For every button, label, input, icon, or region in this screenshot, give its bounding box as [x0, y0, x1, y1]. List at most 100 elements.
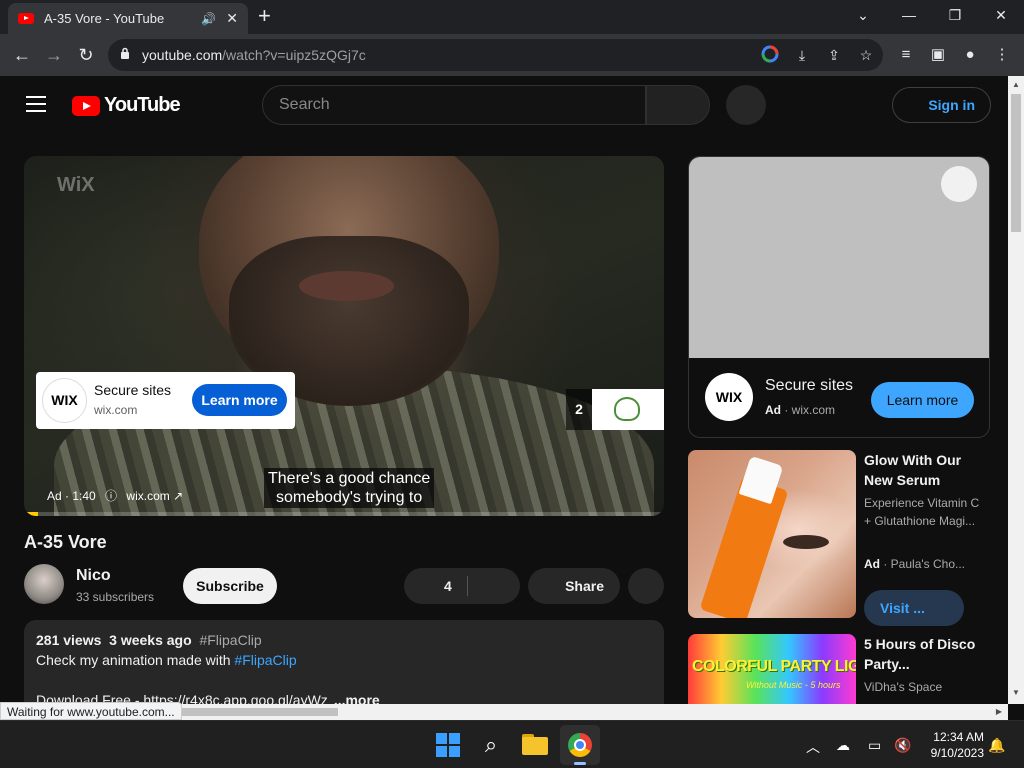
new-tab-button[interactable]: +	[258, 4, 271, 28]
scroll-right-arrow-icon[interactable]: ▶	[996, 707, 1002, 716]
description-stats: 281 views 3 weeks ago #FlipaClip	[36, 632, 652, 652]
thumbnail-title-text: COLORFUL PARTY LIGHTS	[692, 658, 856, 675]
youtube-logo[interactable]: YouTube	[72, 94, 181, 117]
recommendation-title[interactable]: 5 Hours of Disco Party...	[864, 634, 984, 674]
ad-progress-bar[interactable]	[24, 512, 664, 516]
recommendation-item[interactable]: COLORFUL PARTY LIGHTS Without Music - 5 …	[688, 634, 990, 704]
caption-line-2: somebody's trying to	[276, 489, 423, 506]
description-box[interactable]: 281 views 3 weeks ago #FlipaClip Check m…	[24, 620, 664, 704]
windows-taskbar: ⌕ ︿ ☁ ▭ 🔇 12:34 AM 9/10/2023 🔔	[0, 720, 1024, 768]
tab-close-icon[interactable]: ✕	[226, 10, 238, 27]
more-actions-button[interactable]	[628, 568, 664, 604]
like-count: 4	[444, 578, 452, 594]
youtube-favicon-icon	[18, 13, 34, 24]
recommendation-title[interactable]: Glow With Our New Serum	[864, 450, 984, 490]
tab-search-chevron-icon[interactable]: ⌄	[843, 4, 883, 26]
browser-tab[interactable]: A-35 Vore - YouTube 🔊 ✕	[8, 3, 248, 34]
install-app-icon[interactable]: ⤓	[792, 45, 812, 65]
channel-name[interactable]: Nico	[76, 567, 111, 585]
captions: There's a good chance somebody's trying …	[264, 468, 435, 508]
like-divider	[467, 576, 468, 596]
tab-audio-icon[interactable]: 🔊	[201, 12, 216, 26]
profile-icon[interactable]: ●	[960, 45, 980, 65]
hashtag-link[interactable]: #FlipaClip	[234, 652, 296, 668]
like-dislike-button[interactable]: 4	[404, 568, 520, 604]
share-button[interactable]: Share	[528, 568, 620, 604]
view-count: 281 views	[36, 632, 102, 648]
network-icon[interactable]: ▭	[868, 737, 881, 754]
browser-menu-icon[interactable]: ⋮	[992, 45, 1012, 65]
window-close-button[interactable]: ✕	[981, 4, 1021, 26]
recommendation-channel[interactable]: ViDha's Space	[864, 678, 984, 696]
media-controls-icon[interactable]: ≡	[896, 45, 916, 65]
back-arrow-icon[interactable]: ←	[10, 43, 34, 67]
sidebar-ad[interactable]: WIX Secure sites Ad · wix.com Learn more	[688, 156, 990, 438]
ad-badge: Ad	[765, 403, 781, 417]
bookmark-star-icon[interactable]: ☆	[856, 45, 876, 65]
share-page-icon[interactable]: ⇪	[824, 45, 844, 65]
sidebar-ad-menu-button[interactable]	[941, 166, 977, 202]
taskbar-search-icon[interactable]: ⌕	[475, 729, 507, 761]
sign-in-label: Sign in	[928, 97, 975, 113]
ad-card-logo: WIX	[42, 378, 87, 423]
forward-arrow-icon[interactable]: →	[42, 43, 66, 67]
leaf-logo-icon	[614, 397, 640, 421]
recommendation-thumbnail[interactable]	[688, 450, 856, 618]
browser-toolbar: ← → ↻ youtube.com/watch?v=uipz5zQGj7c ⤓ …	[0, 34, 1024, 76]
info-icon[interactable]: ⓘ	[105, 489, 117, 503]
search-input[interactable]: Search	[262, 85, 646, 125]
recommendation-thumbnail[interactable]: COLORFUL PARTY LIGHTS Without Music - 5 …	[688, 634, 856, 704]
guide-menu-icon[interactable]	[26, 96, 46, 112]
google-lens-icon[interactable]	[760, 45, 780, 65]
sign-in-button[interactable]: Sign in	[892, 87, 991, 123]
side-panel-icon[interactable]: ▣	[928, 45, 948, 65]
show-more-button[interactable]: ...more	[334, 692, 380, 704]
url-host: youtube.com	[142, 47, 223, 63]
system-clock[interactable]: 12:34 AM 9/10/2023	[920, 729, 984, 761]
restore-button[interactable]: ❐	[935, 4, 975, 26]
subscribe-button[interactable]: Subscribe	[183, 568, 277, 604]
video-frame-mouth	[299, 271, 394, 301]
ad-badge: Ad	[864, 557, 880, 571]
channel-avatar[interactable]	[24, 564, 64, 604]
sidebar-ad-meta: Ad · wix.com	[765, 403, 836, 417]
address-bar[interactable]: youtube.com/watch?v=uipz5zQGj7c ⤓ ⇪ ☆	[108, 39, 883, 71]
sidebar-learn-more-button[interactable]: Learn more	[871, 382, 974, 418]
start-button-icon[interactable]	[432, 729, 464, 761]
youtube-watch-page: YouTube Search Sign in WiX WIX Secure si…	[0, 76, 1008, 704]
scroll-down-arrow-icon[interactable]: ▼	[1012, 688, 1020, 697]
player-ad-card[interactable]: WIX Secure sites wix.com Learn more	[36, 372, 295, 429]
skip-countdown: 2	[566, 389, 592, 430]
description-hashtag[interactable]: #FlipaClip	[199, 632, 261, 648]
vertical-scrollbar[interactable]: ▲ ▼	[1008, 76, 1024, 704]
notification-bell-icon[interactable]: 🔔	[988, 737, 1005, 754]
ad-learn-more-button[interactable]: Learn more	[192, 384, 287, 416]
reload-icon[interactable]: ↻	[74, 43, 98, 67]
onedrive-icon[interactable]: ☁	[836, 737, 850, 754]
recommendation-advertiser: Ad · Paula's Cho...	[864, 557, 966, 571]
scroll-up-arrow-icon[interactable]: ▲	[1012, 80, 1020, 89]
file-explorer-icon[interactable]	[519, 729, 551, 761]
youtube-play-icon	[72, 95, 100, 116]
ad-skip-preview[interactable]: 2	[566, 389, 664, 430]
tray-overflow-chevron-icon[interactable]: ︿	[806, 737, 820, 757]
search-button[interactable]	[646, 85, 710, 125]
ad-domain-link[interactable]: wix.com	[126, 489, 169, 503]
voice-search-button[interactable]	[726, 85, 766, 125]
upload-age: 3 weeks ago	[109, 632, 192, 648]
caption-line-1: There's a good chance	[268, 470, 431, 487]
ad-card-domain: wix.com	[94, 403, 138, 417]
minimize-button[interactable]: —	[889, 4, 929, 26]
sponsored-recommendation[interactable]: Glow With Our New Serum Experience Vitam…	[688, 450, 990, 626]
chrome-taskbar-icon[interactable]	[560, 725, 600, 765]
video-watermark: WiX	[57, 174, 95, 196]
vertical-scroll-thumb[interactable]	[1011, 94, 1021, 232]
ad-card-title: Secure sites	[94, 382, 172, 398]
visit-site-button[interactable]: Visit ...	[864, 590, 964, 626]
video-player[interactable]: WiX WIX Secure sites wix.com Learn more …	[24, 156, 664, 516]
search-placeholder: Search	[279, 96, 330, 113]
volume-muted-icon[interactable]: 🔇	[894, 737, 911, 754]
tab-title: A-35 Vore - YouTube	[44, 11, 165, 26]
youtube-wordmark: YouTube	[104, 94, 181, 116]
